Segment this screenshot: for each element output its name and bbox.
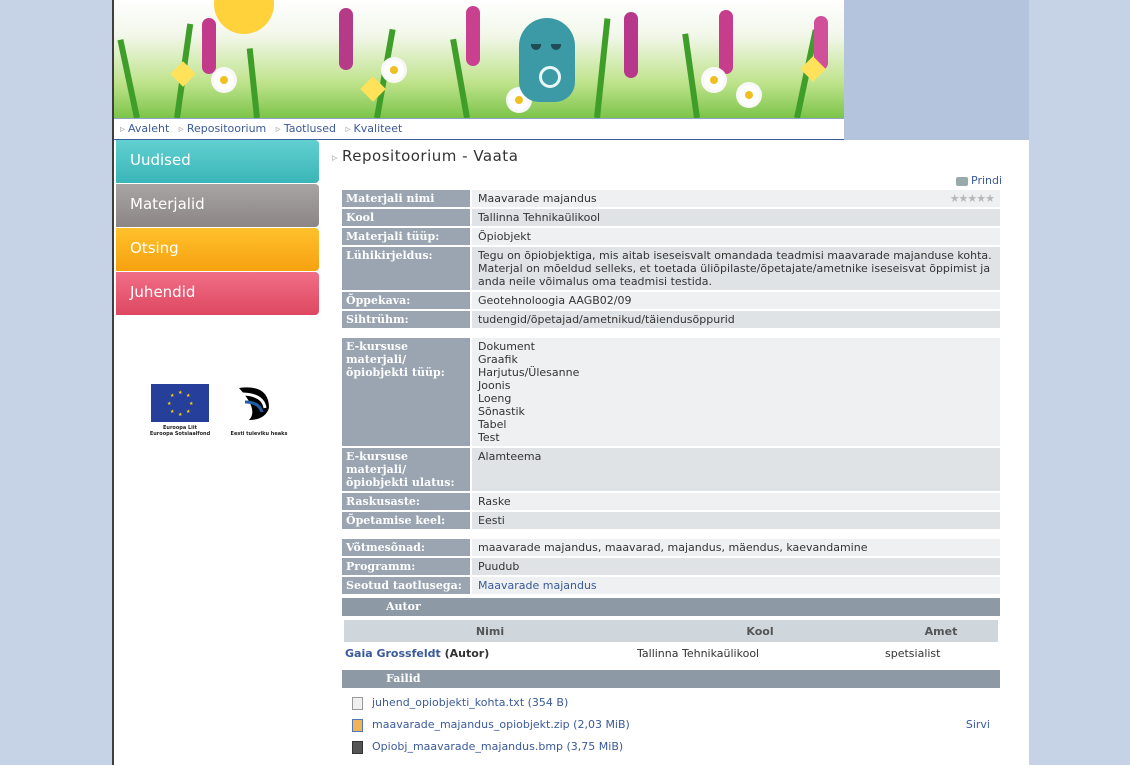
chevron-right-icon: ▹ — [120, 124, 126, 135]
field-label: Kool — [342, 209, 470, 226]
breadcrumb-quality[interactable]: ▹ Kvaliteet — [346, 122, 403, 135]
print-button[interactable]: Prindi — [956, 174, 1002, 187]
school-value: Tallinna Tehnikaülikool — [472, 209, 1000, 226]
author-name-cell: Gaia Grossfeldt (Autor) — [345, 646, 490, 660]
field-label: Raskusaste: — [342, 493, 470, 510]
page-container: ▹ Avaleht ▹ Repositoorium ▹ Taotlused ▹ Kval… — [112, 0, 1029, 765]
list-item: Joonis — [478, 379, 511, 392]
sun-graphic — [214, 0, 274, 34]
breadcrumb-home[interactable]: ▹ Avaleht — [120, 122, 169, 135]
text-file-icon — [352, 696, 363, 710]
keywords-value: maavarade majandus, maavarad, majandus, … — [472, 539, 1000, 556]
breadcrumb-applications[interactable]: ▹ Taotlused — [276, 122, 336, 135]
field-label: Programm: — [342, 558, 470, 575]
nav-search[interactable]: Otsing — [116, 228, 319, 271]
audience-value: tudengid/õpetajad/ametnikud/täiendusõppu… — [472, 311, 1000, 328]
file-list: juhend_opiobjekti_kohta.txt (354 B) maav… — [352, 692, 1002, 758]
author-position-cell: spetsialist — [885, 646, 941, 660]
author-school-cell: Tallinna Tehnikaülikool — [637, 646, 760, 660]
chevron-right-icon: ▹ — [345, 124, 351, 135]
author-link[interactable]: Gaia Grossfeldt — [345, 647, 441, 660]
list-item: Test — [478, 431, 500, 444]
related-application-value: Maavarade majandus — [472, 577, 1000, 594]
list-item: Sõnastik — [478, 405, 525, 418]
field-label: Materjali tüüp: — [342, 228, 470, 245]
summary-value: Tegu on õpiobjektiga, mis aitab iseseisv… — [472, 247, 1000, 290]
page-title: ▹ Repositoorium - Vaata — [332, 147, 519, 165]
field-label: Õppekava: — [342, 292, 470, 309]
field-label: E-kursuse materjali/ õpiobjekti ulatus: — [342, 448, 470, 491]
nav-guides[interactable]: Juhendid — [116, 272, 319, 315]
list-item: Tabel — [478, 418, 507, 431]
chevron-right-icon: ▹ — [332, 151, 339, 164]
material-name-value: Maavarade majandus — [472, 190, 1000, 207]
column-header: Amet — [884, 620, 998, 642]
breadcrumb-repository[interactable]: ▹ Repositoorium — [179, 122, 267, 135]
related-application-link[interactable]: Maavarade majandus — [478, 579, 597, 592]
zip-file-icon — [352, 718, 363, 732]
eu-logo-caption: Euroopa Liit Euroopa Sotsiaalfond — [149, 425, 211, 437]
field-label: Õpetamise keel: — [342, 512, 470, 529]
file-item[interactable]: juhend_opiobjekti_kohta.txt (354 B) — [352, 692, 1002, 714]
eu-flag-logo: ★ ★ ★ ★ ★ ★ ★ ★ — [151, 384, 209, 422]
field-label: E-kursuse materjali/ õpiobjekti tüüp: — [342, 338, 470, 446]
field-label: Seotud taotlusega: — [342, 577, 470, 594]
column-header: Nimi — [344, 620, 636, 642]
header-banner — [114, 0, 844, 118]
mascot-character — [519, 18, 575, 102]
header-side-panel — [844, 0, 1029, 140]
estonia-logo-caption: Eesti tuleviku heaks — [230, 431, 288, 437]
language-value: Eesti — [472, 512, 1000, 529]
ecourse-type-value: Dokument Graafik Harjutus/Ülesanne Jooni… — [472, 338, 1000, 446]
field-label: Lühikirjeldus: — [342, 247, 470, 290]
file-item[interactable]: maavarade_majandus_opiobjekt.zip (2,03 M… — [352, 714, 1002, 736]
curriculum-value: Geotehnoloogia AAGB02/09 — [472, 292, 1000, 309]
image-file-icon — [352, 740, 363, 754]
field-label: Materjali nimi — [342, 190, 470, 207]
file-item[interactable]: Opiobj_maavarade_majandus.bmp (3,75 MiB) — [352, 736, 1002, 758]
sidebar: Uudised Materjalid Otsing Juhendid ★ ★ ★… — [116, 140, 319, 437]
browse-link[interactable]: Sirvi — [966, 714, 990, 736]
list-item: Harjutus/Ülesanne — [478, 366, 580, 379]
rating-stars[interactable]: ★★★★★ — [950, 192, 995, 205]
author-table: Nimi Kool Amet Gaia Grossfeldt (Autor) T… — [344, 620, 998, 664]
nav-materials[interactable]: Materjalid — [116, 184, 319, 227]
material-type-value: Õpiobjekt — [472, 228, 1000, 245]
column-header: Kool — [636, 620, 884, 642]
list-item: Dokument — [478, 340, 535, 353]
program-value: Puudub — [472, 558, 1000, 575]
main-content: ▹ Repositoorium - Vaata Prindi Materjali … — [332, 146, 1012, 754]
chevron-right-icon: ▹ — [178, 124, 184, 135]
sponsor-logos: ★ ★ ★ ★ ★ ★ ★ ★ Euroopa Liit Euroopa Sot… — [150, 384, 291, 444]
chevron-right-icon: ▹ — [275, 124, 281, 135]
estonia-logo — [239, 387, 269, 420]
field-label: Sihtrühm: — [342, 311, 470, 328]
table-row: Gaia Grossfeldt (Autor) Tallinna Tehnika… — [344, 642, 998, 664]
printer-icon — [956, 176, 968, 186]
list-item: Loeng — [478, 392, 512, 405]
material-details: Materjali nimi Maavarade majandus ★★★★★ … — [342, 190, 1000, 596]
field-label: Võtmesõnad: — [342, 539, 470, 556]
files-section-header: Failid — [342, 670, 1000, 688]
list-item: Graafik — [478, 353, 518, 366]
difficulty-value: Raske — [472, 493, 1000, 510]
breadcrumb: ▹ Avaleht ▹ Repositoorium ▹ Taotlused ▹ Kval… — [114, 118, 844, 140]
nav-news[interactable]: Uudised — [116, 140, 319, 183]
author-section-header: Autor — [342, 598, 1000, 616]
ecourse-scope-value: Alamteema — [472, 448, 1000, 491]
